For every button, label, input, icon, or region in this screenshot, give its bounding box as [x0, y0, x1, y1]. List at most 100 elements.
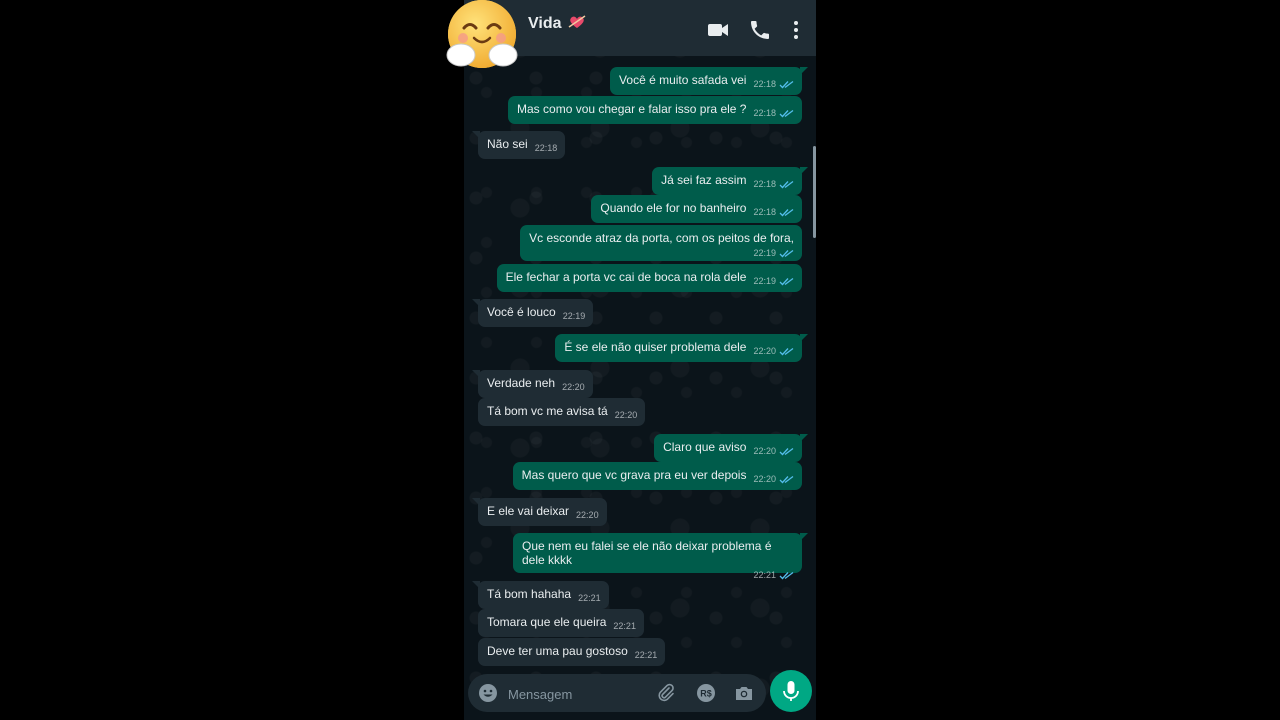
message-meta: 22:20 [615, 408, 638, 422]
message-text: Que nem eu falei se ele não deixar probl… [522, 539, 772, 567]
message-time: 22:20 [562, 382, 585, 392]
more-options-icon[interactable] [784, 18, 808, 42]
message-meta: 22:20 [753, 344, 794, 358]
incoming-message[interactable]: Verdade neh 22:20 [472, 370, 593, 398]
message-time: 22:18 [753, 79, 776, 89]
bubble-tail [800, 67, 808, 75]
message-text: Mas quero que vc grava pra eu ver depois [521, 468, 747, 482]
message-text: Verdade neh [487, 376, 556, 390]
incoming-message[interactable]: Não sei 22:18 [472, 131, 566, 159]
message-time: 22:20 [576, 510, 599, 520]
message-meta: 22:20 [576, 508, 599, 522]
message-text: Tomara que ele queira [487, 615, 607, 629]
outgoing-message[interactable]: Mas quero que vc grava pra eu ver depois… [512, 462, 802, 490]
outgoing-message[interactable]: Que nem eu falei se ele não deixar probl… [513, 533, 808, 580]
read-ticks-icon [779, 209, 794, 217]
message-time: 22:19 [753, 248, 776, 258]
message-meta: 22:21 [529, 568, 794, 582]
message-time: 22:18 [534, 143, 558, 153]
voice-message-button[interactable] [770, 670, 812, 712]
message-text: Tá bom hahaha [487, 587, 572, 601]
outgoing-message[interactable]: Já sei faz assim 22:18 [652, 167, 808, 195]
message-text: Mas como vou chegar e falar isso pra ele… [517, 102, 747, 116]
message-meta: 22:20 [753, 472, 794, 486]
read-ticks-icon [779, 448, 794, 456]
read-ticks-icon [779, 81, 794, 89]
bubble-tail [472, 498, 480, 506]
heart-arrow-icon [568, 15, 586, 28]
message-text: Você é louco [487, 305, 556, 319]
read-ticks-icon [779, 476, 794, 484]
bubble-tail [800, 334, 808, 342]
bubble-tail [472, 299, 480, 307]
outgoing-message[interactable]: Vc esconde atraz da porta, com os peitos… [520, 225, 802, 261]
message-text: Não sei [487, 137, 528, 151]
incoming-message[interactable]: Você é louco 22:19 [472, 299, 594, 327]
message-text: Você é muito safada vei [619, 73, 747, 87]
message-time: 22:20 [614, 410, 638, 420]
incoming-message[interactable]: Tá bom vc me avisa tá 22:20 [478, 398, 646, 426]
message-time: 22:18 [753, 207, 776, 217]
message-input[interactable] [506, 682, 650, 706]
message-meta: 22:18 [753, 205, 794, 219]
bubble-tail [472, 370, 480, 378]
mic-icon [783, 681, 799, 701]
outgoing-message[interactable]: Mas como vou chegar e falar isso pra ele… [508, 96, 802, 124]
svg-text:R$: R$ [700, 689, 712, 699]
contact-avatar[interactable] [444, 0, 520, 70]
message-meta: 22:21 [635, 648, 658, 662]
phone-icon[interactable] [748, 18, 772, 42]
message-time: 22:19 [753, 276, 776, 286]
message-text: Quando ele for no banheiro [600, 201, 747, 215]
incoming-message[interactable]: Tá bom hahaha 22:21 [472, 581, 609, 609]
incoming-message[interactable]: E ele vai deixar 22:20 [472, 498, 607, 526]
bubble-tail [472, 581, 480, 589]
message-meta: 22:18 [753, 106, 794, 120]
scrollbar-thumb[interactable] [813, 146, 816, 238]
message-time: 22:20 [753, 474, 776, 484]
message-meta: 22:21 [613, 619, 636, 633]
attach-icon[interactable] [656, 683, 676, 703]
message-time: 22:20 [753, 446, 776, 456]
read-ticks-icon [779, 110, 794, 118]
message-text: E ele vai deixar [487, 504, 570, 518]
message-text: Já sei faz assim [661, 173, 747, 187]
message-composer: R$ [468, 674, 766, 712]
message-text: Ele fechar a porta vc cai de boca na rol… [505, 270, 747, 284]
message-time: 22:21 [634, 650, 658, 660]
message-meta: 22:19 [563, 309, 586, 323]
message-meta: 22:18 [535, 141, 558, 155]
read-ticks-icon [779, 572, 794, 580]
message-time: 22:19 [562, 311, 586, 321]
bubble-tail [800, 167, 808, 175]
message-meta: 22:20 [562, 380, 585, 394]
message-time: 22:21 [753, 570, 776, 580]
message-meta: 22:19 [753, 274, 794, 288]
message-text: Tá bom vc me avisa tá [487, 404, 608, 418]
bubble-tail [800, 434, 808, 442]
outgoing-message[interactable]: Você é muito safada vei 22:18 [610, 67, 808, 95]
message-text: É se ele não quiser problema dele [564, 340, 747, 354]
outgoing-message[interactable]: Claro que aviso 22:20 [654, 434, 808, 462]
read-ticks-icon [779, 181, 794, 189]
message-text: Vc esconde atraz da porta, com os peitos… [529, 231, 794, 245]
message-time: 22:21 [613, 621, 636, 631]
emoji-icon[interactable] [478, 683, 498, 703]
message-text: Claro que aviso [663, 440, 747, 454]
message-time: 22:18 [753, 108, 776, 118]
chat-screen: Vida Você é muito safada vei 22:18 Mas com… [464, 0, 816, 720]
read-ticks-icon [779, 348, 794, 356]
video-call-icon[interactable] [706, 18, 730, 42]
read-ticks-icon [779, 278, 794, 286]
payment-icon[interactable]: R$ [696, 683, 716, 703]
outgoing-message[interactable]: É se ele não quiser problema dele 22:20 [555, 334, 808, 362]
message-meta: 22:18 [753, 77, 794, 91]
outgoing-message[interactable]: Quando ele for no banheiro 22:18 [591, 195, 802, 223]
outgoing-message[interactable]: Ele fechar a porta vc cai de boca na rol… [496, 264, 802, 292]
bubble-tail [472, 131, 480, 139]
message-text: Deve ter uma pau gostoso [487, 644, 628, 658]
incoming-message[interactable]: Tomara que ele queira 22:21 [478, 609, 644, 637]
incoming-message[interactable]: Deve ter uma pau gostoso 22:21 [478, 638, 666, 666]
contact-name-row[interactable]: Vida [528, 14, 586, 33]
camera-icon[interactable] [734, 683, 754, 703]
